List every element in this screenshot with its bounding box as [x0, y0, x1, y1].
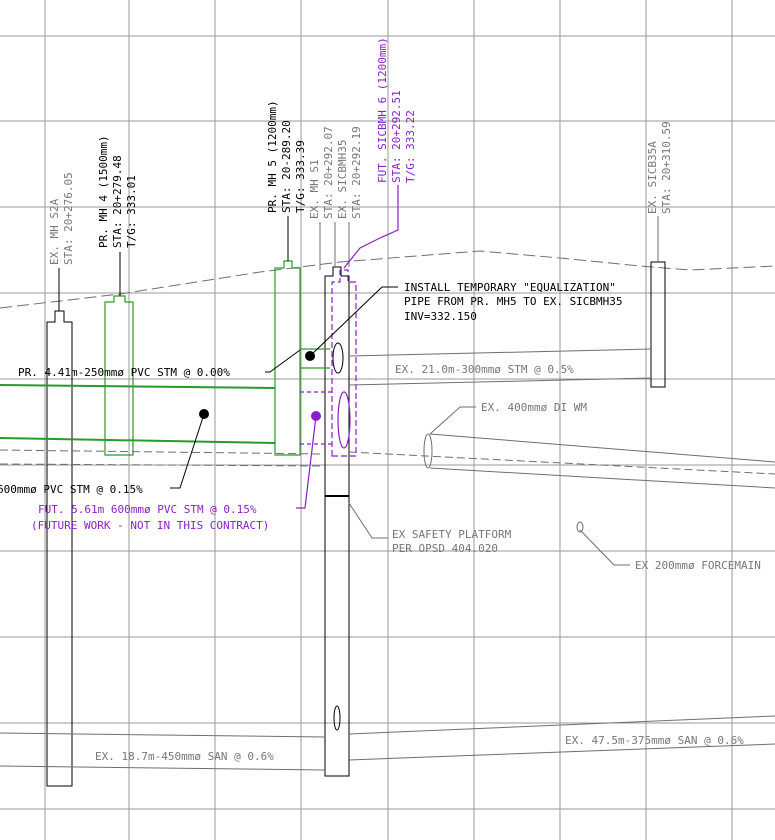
forcemain-label: EX 200mmø FORCEMAIN: [635, 559, 761, 572]
ex-mh-s2a-name: EX. MH S2A: [48, 198, 61, 265]
pr-pvc-600-pipe: [0, 384, 276, 444]
fut-sicbmh6-tg: T/G: 333.22: [404, 110, 417, 183]
ex-wm-label: EX. 400mmø DI WM: [481, 401, 587, 414]
equalization-note-line3: INV=332.150: [404, 310, 477, 323]
future-work-note: (FUTURE WORK - NOT IN THIS CONTRACT): [31, 519, 269, 532]
pr-pvc-250-label: PR. 4.41m-250mmø PVC STM @ 0.00%: [18, 366, 230, 379]
pr-pvc-600-label: 600mmø PVC STM @ 0.15%: [0, 483, 143, 496]
ex-mh-s1: [319, 222, 350, 777]
pr-mh5-sta: STA: 20-289.20: [280, 120, 293, 213]
ex-sicbmh35-sta: STA: 20+292.19: [350, 126, 363, 219]
ex-mh-s1-name: EX. MH S1: [308, 159, 321, 219]
ex-sicb35a: [650, 216, 666, 388]
ex-sicbmh35-name: EX. SICBMH35: [336, 140, 349, 219]
equalization-note-line2: PIPE FROM PR. MH5 TO EX. SICBMH35: [404, 295, 623, 308]
fut-sicbmh6-sta: STA: 20+292.51: [390, 90, 403, 183]
san-450-label: EX. 18.7m-450mmø SAN @ 0.6%: [95, 750, 274, 763]
pr-mh5-tg: T/G: 333.39: [294, 140, 307, 213]
ex-sicb35a-name: EX. SICB35A: [646, 141, 659, 214]
profile-drawing: EX. MH S2A STA: 20+276.05 PR. MH 4 (1500…: [0, 0, 775, 840]
fut-pvc-600-label: FUT. 5.61m 600mmø PVC STM @ 0.15%: [38, 503, 257, 516]
ex-mh-s2a-sta: STA: 20+276.05: [62, 172, 75, 265]
pr-mh4-tg: T/G: 333.01: [125, 175, 138, 248]
safety-platform-line2: PER OPSD 404.020: [392, 542, 498, 555]
fut-sicbmh6-name: FUT. SICBMH 6 (1200mm): [376, 37, 389, 183]
pr-mh4-name: PR. MH 4 (1500mm): [97, 135, 110, 248]
pr-mh5-name: PR. MH 5 (1200mm): [266, 100, 279, 213]
ex-mh-s1-sta: STA: 20+292.07: [322, 126, 335, 219]
safety-platform-line1: EX SAFETY PLATFORM: [392, 528, 512, 541]
ex-wm-pipe: [423, 433, 775, 489]
pr-mh5: [274, 216, 301, 456]
pr-mh4-sta: STA: 20+279.48: [111, 155, 124, 248]
san-375-label: EX. 47.5m-375mmø SAN @ 0.6%: [565, 734, 744, 747]
ex-sicb35a-sta: STA: 20+310.59: [660, 121, 673, 214]
ex-stm-300-label: EX. 21.0m-300mmø STM @ 0.5%: [395, 363, 574, 376]
equalization-note-line1: INSTALL TEMPORARY "EQUALIZATION": [404, 281, 616, 294]
